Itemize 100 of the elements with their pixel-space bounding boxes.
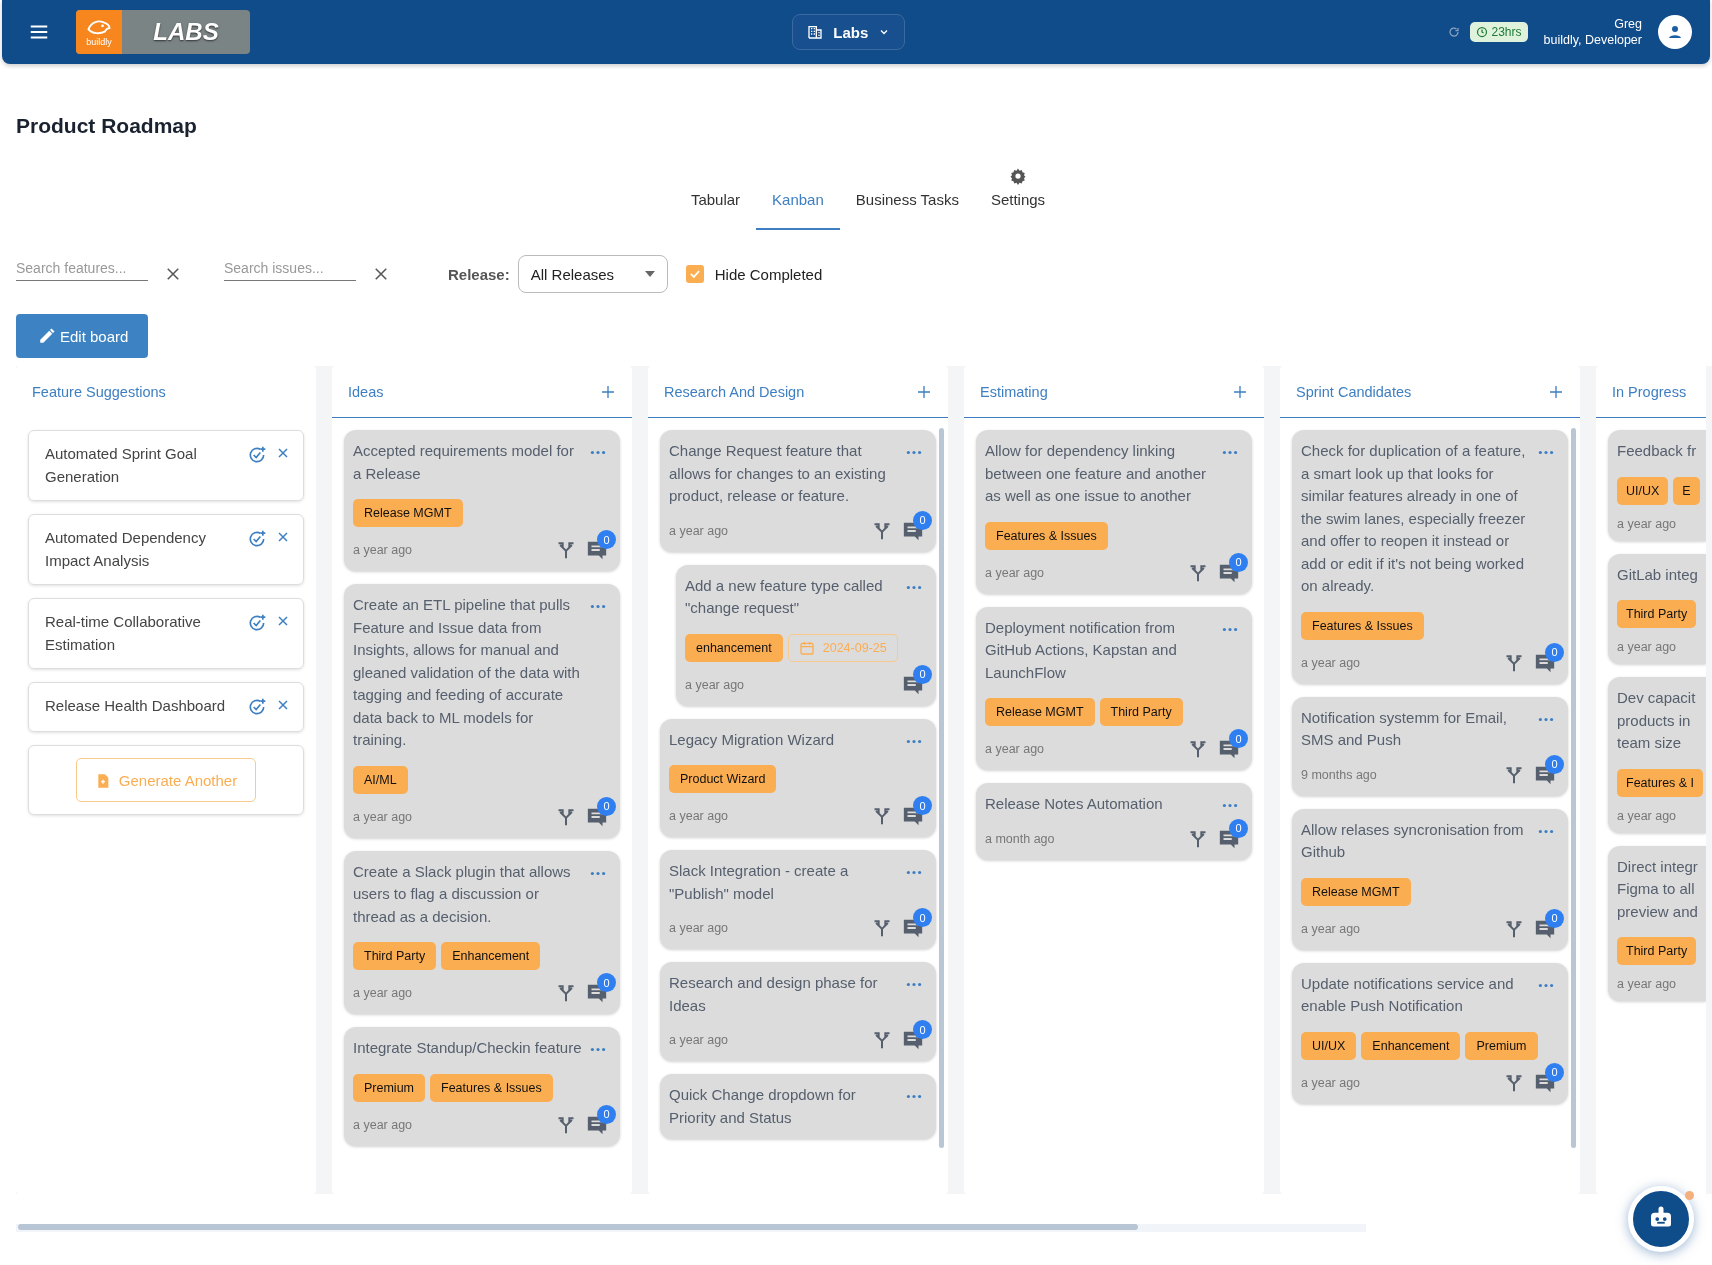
add-icon[interactable] bbox=[1232, 383, 1248, 400]
fork-icon[interactable] bbox=[872, 918, 892, 938]
more-icon[interactable] bbox=[590, 870, 606, 876]
scrollbar[interactable] bbox=[939, 428, 944, 1148]
card[interactable] bbox=[1292, 430, 1568, 684]
count-badge: 0 bbox=[1229, 818, 1248, 838]
more-icon[interactable] bbox=[906, 584, 922, 590]
fork-icon[interactable] bbox=[1504, 918, 1524, 939]
card-title: Release Notes Automation bbox=[985, 794, 1163, 814]
tab[interactable]: Kanban bbox=[756, 156, 840, 230]
card-title: Add a new feature type called "change request" bbox=[685, 575, 884, 618]
card[interactable]: Quick Change dropdown for Priority and Status bbox=[660, 1074, 936, 1139]
more-icon[interactable] bbox=[1538, 716, 1554, 722]
card[interactable]: Feedback fr UI/UX E a year ago bbox=[1608, 430, 1706, 541]
pencil-icon bbox=[38, 327, 56, 345]
card[interactable]: Slack Integration - create a "Publish" model a year ago 0 bbox=[660, 850, 936, 949]
card-title: Dev capacit products in team size bbox=[1617, 688, 1696, 753]
more-icon[interactable] bbox=[906, 1094, 922, 1099]
tab[interactable]: Tabular bbox=[674, 156, 757, 230]
column-title: Sprint Candidates bbox=[1296, 383, 1412, 400]
tag: Enhancement bbox=[1361, 1031, 1461, 1060]
check-add-icon[interactable] bbox=[247, 529, 267, 549]
fork-icon[interactable] bbox=[872, 806, 892, 826]
fork-icon[interactable] bbox=[556, 540, 576, 560]
card-title: Feedback fr bbox=[1617, 441, 1697, 461]
checkbox[interactable] bbox=[685, 265, 704, 283]
check-add-icon[interactable] bbox=[247, 445, 267, 465]
logo[interactable]: buildly LABS bbox=[76, 10, 250, 54]
timestamp: a year ago bbox=[1617, 640, 1677, 654]
card[interactable]: Legacy Migration Wizard Product Wizard a year ago 0 bbox=[660, 718, 936, 837]
tag: Premium bbox=[353, 1073, 425, 1102]
suggestion-title: Automated Dependency Impact Analysis bbox=[45, 528, 207, 571]
more-icon[interactable] bbox=[906, 738, 922, 744]
more-icon[interactable] bbox=[1538, 450, 1554, 455]
scrollbar[interactable] bbox=[1571, 428, 1576, 1148]
card[interactable]: Allow relases syncronisation from Github Release MGMT a year ago 0 bbox=[1292, 808, 1568, 950]
card[interactable]: Create a Slack plugin that allows users to flag a discussion or thread as a decision. Third Party Enhancement a year ago 0 bbox=[344, 850, 620, 1014]
add-icon[interactable] bbox=[1548, 383, 1564, 400]
count-badge: 0 bbox=[913, 1020, 932, 1039]
fork-icon[interactable] bbox=[1504, 764, 1524, 785]
timestamp: a year ago bbox=[669, 809, 729, 823]
fork-icon[interactable] bbox=[556, 806, 576, 827]
card-title: Accepted requirements model for a Release bbox=[353, 441, 575, 484]
more-icon[interactable] bbox=[906, 450, 922, 455]
fork-icon[interactable] bbox=[1188, 739, 1208, 759]
organization-dropdown[interactable]: Labs bbox=[792, 14, 906, 50]
close-icon[interactable] bbox=[372, 265, 390, 283]
card[interactable]: Notification systemm for Email, SMS and Push 9 months ago 0 bbox=[1292, 696, 1568, 796]
tab[interactable]: Settings bbox=[974, 156, 1062, 230]
more-icon[interactable] bbox=[1538, 982, 1554, 988]
fork-icon[interactable] bbox=[872, 1030, 892, 1050]
tag: Premium bbox=[1465, 1031, 1538, 1060]
card[interactable]: Deployment notification from GitHub Actions, Kapstan and LaunchFlow Release MGMT Third Party a year ago 0 bbox=[976, 606, 1252, 770]
check-add-icon[interactable] bbox=[247, 697, 267, 717]
fork-icon[interactable] bbox=[556, 1114, 576, 1135]
more-icon[interactable] bbox=[590, 450, 606, 455]
fork-icon[interactable] bbox=[872, 520, 892, 541]
card[interactable]: Update notifications service and enable Push Notification UI/UX Enhancement Premium a year ago 0 bbox=[1292, 962, 1568, 1104]
fork-icon[interactable] bbox=[1188, 562, 1208, 583]
refresh-icon[interactable] bbox=[1447, 26, 1460, 38]
check-add-icon[interactable] bbox=[247, 613, 267, 633]
fork-icon[interactable] bbox=[556, 983, 576, 1003]
building-icon bbox=[807, 24, 824, 40]
more-icon[interactable] bbox=[1222, 803, 1238, 808]
caret-down-icon bbox=[644, 271, 655, 277]
tag: Features & Issues bbox=[1301, 611, 1424, 640]
tag: UI/UX bbox=[1301, 1031, 1357, 1060]
edit-board-button[interactable]: Edit board bbox=[16, 314, 149, 358]
tab[interactable]: Business Tasks bbox=[839, 156, 975, 230]
more-icon[interactable] bbox=[1222, 450, 1238, 455]
card[interactable]: GitLab integ Third Party a year ago bbox=[1608, 553, 1706, 664]
more-icon[interactable] bbox=[590, 604, 606, 609]
suggestion-title: Release Health Dashboard bbox=[45, 696, 227, 716]
add-icon[interactable] bbox=[916, 383, 932, 400]
timestamp: a year ago bbox=[985, 742, 1045, 756]
card[interactable]: Research and design phase for Ideas a year ago 0 bbox=[660, 962, 936, 1061]
card[interactable]: Dev capacit products in team size Features & I a year ago bbox=[1608, 677, 1706, 833]
card[interactable]: Direct integr Figma to all preview and Third Party a year ago bbox=[1608, 845, 1706, 1001]
fork-icon[interactable] bbox=[1188, 828, 1208, 849]
fork-icon[interactable] bbox=[1504, 652, 1524, 673]
card[interactable]: Allow for dependency linking between one feature and another as well as one issue to another Features & Issues a year ago 0 bbox=[976, 430, 1252, 594]
fork-icon[interactable] bbox=[1504, 1072, 1524, 1093]
release-select[interactable]: All Releases bbox=[517, 255, 668, 293]
card[interactable]: Release Notes Automation a month ago 0 bbox=[976, 783, 1252, 860]
add-icon[interactable] bbox=[600, 383, 616, 400]
card[interactable]: Integrate Standup/Checkin feature Premium Features & Issues a year ago 0 bbox=[344, 1027, 620, 1146]
close-icon[interactable] bbox=[164, 265, 182, 283]
more-icon[interactable] bbox=[1538, 828, 1554, 834]
count-badge: 0 bbox=[597, 973, 616, 992]
scrollbar[interactable] bbox=[18, 1224, 1138, 1230]
card[interactable] bbox=[344, 584, 620, 838]
more-icon[interactable] bbox=[906, 982, 922, 987]
more-icon[interactable] bbox=[590, 1047, 606, 1052]
more-icon[interactable] bbox=[906, 870, 922, 875]
card[interactable]: Change Request feature that allows for changes to an existing product, release or feature. a year ago 0 bbox=[660, 430, 936, 552]
card[interactable]: Accepted requirements model for a Release Release MGMT a year ago 0 bbox=[344, 430, 620, 571]
timestamp: a year ago bbox=[669, 921, 729, 935]
card[interactable]: Add a new feature type called "change request" enhancement 2024-09-25 a year ago 0 bbox=[676, 564, 936, 706]
avatar[interactable] bbox=[1658, 15, 1692, 49]
more-icon[interactable] bbox=[1222, 626, 1238, 632]
